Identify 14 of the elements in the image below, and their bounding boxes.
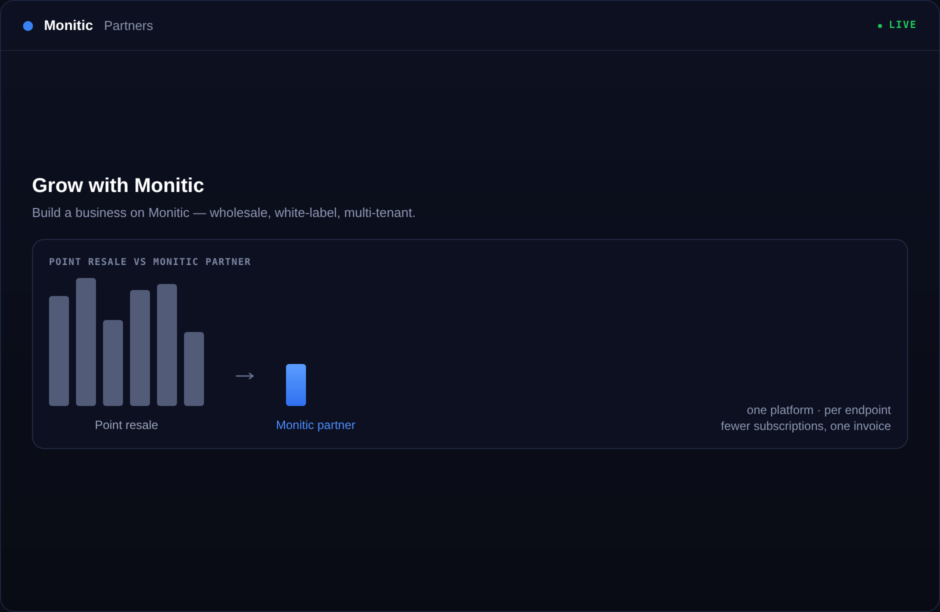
partner-bar-drawing: [286, 364, 306, 406]
bar-label: Monitic partner: [276, 417, 356, 434]
live-status: LIVE: [888, 19, 917, 33]
card-heading: POINT RESALE VS MONITIC PARTNER: [49, 256, 252, 270]
page-subtitle: Build a business on Monitic — wholesale, white-label, multi-tenant.: [32, 204, 417, 222]
brand-dot-icon: [23, 20, 33, 30]
brand-name: Monitic: [44, 16, 93, 35]
arrow-icon: [236, 372, 254, 380]
page-title: Grow with Monitic: [32, 174, 206, 200]
status-dot-icon: [878, 24, 882, 28]
comparison-note: one platform · per endpoint: [746, 402, 891, 418]
section-name: Partners: [104, 16, 154, 35]
bar-label: Point resale: [94, 417, 158, 434]
comparison-note: fewer subscriptions, one invoice: [720, 418, 891, 434]
